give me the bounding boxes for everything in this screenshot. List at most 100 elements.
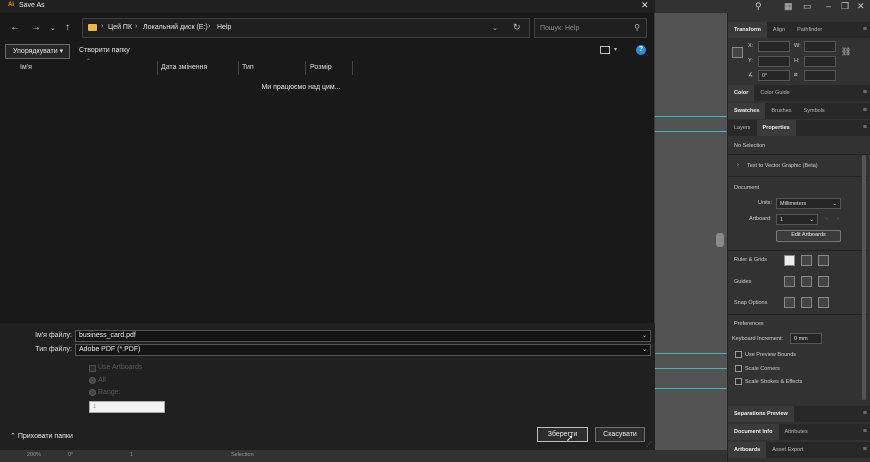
lock-guides-icon[interactable] (801, 276, 812, 287)
smart-guides-icon[interactable] (818, 276, 829, 287)
column-name[interactable]: Ім'я (17, 61, 157, 75)
panel-menu-icon[interactable]: ≡ (863, 26, 867, 33)
use-artboards-checkbox[interactable] (89, 365, 96, 372)
scale-corners-checkbox[interactable] (735, 365, 742, 372)
breadcrumb-help[interactable]: Help (217, 24, 231, 31)
panel-menu-icon[interactable]: ≡ (863, 428, 867, 435)
refresh-icon[interactable]: ↻ (513, 22, 521, 33)
filetype-select[interactable]: Adobe PDF (*.PDF) ⌄ (75, 344, 651, 356)
canvas-scrollbar[interactable] (716, 233, 724, 247)
chevron-right-icon[interactable]: › (737, 162, 739, 168)
next-artboard-icon[interactable]: › (837, 216, 839, 222)
scale-strokes-checkbox[interactable] (735, 378, 742, 385)
tab-transform[interactable]: Transform (728, 22, 767, 38)
artboard-nav-value[interactable]: 1 (130, 452, 133, 458)
tab-attributes[interactable]: Attributes (779, 424, 814, 440)
shear-field[interactable] (804, 70, 836, 81)
tab-artboards[interactable]: Artboards (728, 442, 767, 458)
panels-icon[interactable]: ▭ (803, 1, 812, 12)
column-type[interactable]: Тип (239, 61, 305, 75)
tab-document-info[interactable]: Document Info (728, 424, 779, 440)
file-list[interactable]: ⌃ Ім'я Дата змінення Тип Розмір Ми працю… (4, 59, 653, 323)
breadcrumb-this-pc[interactable]: Цей ПК (108, 24, 132, 31)
ruler-icon[interactable] (784, 255, 795, 266)
help-icon[interactable]: ? (636, 45, 646, 55)
tab-brushes[interactable]: Brushes (765, 103, 797, 119)
empty-folder-message: Ми працюємо над цим... (261, 84, 341, 91)
range-radio[interactable] (89, 389, 96, 396)
units-select[interactable]: Millimeters ⌄ (776, 198, 841, 209)
canvas-area[interactable] (655, 13, 727, 450)
use-preview-bounds-checkbox[interactable] (735, 351, 742, 358)
tab-swatches[interactable]: Swatches (728, 103, 766, 119)
reference-point-icon[interactable] (732, 47, 743, 58)
search-icon[interactable]: ⚲ (634, 23, 640, 32)
panel-menu-icon[interactable]: ≡ (863, 107, 867, 114)
view-options-icon[interactable]: ▾ (614, 46, 617, 53)
tab-symbols[interactable]: Symbols (798, 103, 831, 119)
save-button[interactable]: Зберегти (537, 427, 588, 442)
artboard-select[interactable]: 1 ⌄ (776, 214, 818, 225)
column-date-modified[interactable]: Дата змінення (158, 61, 238, 75)
minimize-icon[interactable]: – (826, 1, 831, 11)
workspace-icon[interactable]: ▦ (784, 1, 793, 12)
recent-icon[interactable]: ⌄ (50, 24, 56, 32)
range-input[interactable]: 1 (89, 401, 165, 413)
panel-scrollbar[interactable] (862, 155, 866, 400)
close-app-icon[interactable]: ✕ (857, 1, 865, 12)
snap-point-icon[interactable] (784, 297, 795, 308)
grid-icon[interactable] (801, 255, 812, 266)
all-radio[interactable] (89, 377, 96, 384)
tab-align[interactable]: Align (767, 22, 791, 38)
new-folder-button[interactable]: Створити папку (79, 47, 130, 54)
address-bar[interactable]: › Цей ПК › Локальний диск (E:) › Help ⌄ … (82, 18, 530, 38)
breadcrumb-local-disk[interactable]: Локальний диск (E:) (143, 24, 208, 31)
text-to-vector-label[interactable]: Text to Vector Graphic (Beta) (747, 163, 818, 169)
keyboard-increment-field[interactable]: 0 mm (790, 333, 822, 344)
filename-field[interactable]: business_card.pdf ⌄ (75, 330, 651, 342)
column-separator[interactable] (305, 61, 306, 75)
tab-separations-preview[interactable]: Separations Preview (728, 406, 794, 422)
tab-pathfinder[interactable]: Pathfinder (791, 22, 828, 38)
w-field[interactable] (804, 41, 836, 52)
view-icon[interactable] (600, 46, 610, 54)
panel-menu-icon[interactable]: ≡ (863, 89, 867, 96)
transparency-grid-icon[interactable] (818, 255, 829, 266)
column-separator[interactable] (352, 61, 353, 75)
back-icon[interactable]: ← (10, 22, 20, 33)
close-icon[interactable]: ✕ (641, 0, 649, 11)
show-guides-icon[interactable] (784, 276, 795, 287)
address-dropdown-icon[interactable]: ⌄ (492, 24, 498, 32)
restore-icon[interactable]: ❐ (841, 1, 849, 12)
panel-menu-icon[interactable]: ≡ (863, 124, 867, 131)
x-field[interactable] (758, 41, 790, 52)
chevron-down-icon[interactable]: ⌄ (642, 345, 647, 355)
tab-color[interactable]: Color (728, 85, 755, 101)
forward-icon[interactable]: → (31, 22, 41, 33)
hide-folders-toggle[interactable]: ⌃ Приховати папки (10, 432, 73, 440)
search-icon[interactable]: ⚲ (755, 1, 762, 12)
edit-artboards-button[interactable]: Edit Artboards (776, 230, 841, 242)
prev-artboard-icon[interactable]: ‹ (826, 216, 828, 222)
snap-grid-icon[interactable] (801, 297, 812, 308)
cancel-button[interactable]: Скасувати (595, 427, 645, 442)
up-icon[interactable]: ↑ (65, 22, 70, 33)
panel-menu-icon[interactable]: ≡ (863, 410, 867, 417)
column-size[interactable]: Розмір (307, 61, 352, 75)
tab-color-guide[interactable]: Color Guide (754, 85, 795, 101)
snap-pixel-icon[interactable] (818, 297, 829, 308)
resize-grip-icon[interactable]: ⋰ (646, 441, 652, 448)
y-field[interactable] (758, 56, 790, 67)
h-field[interactable] (804, 56, 836, 67)
tab-asset-export[interactable]: Asset Export (766, 442, 809, 458)
rotation-value[interactable]: 0° (68, 452, 73, 458)
tab-layers[interactable]: Layers (728, 120, 757, 136)
tab-properties[interactable]: Properties (756, 120, 796, 136)
constrain-icon[interactable]: ⛓ (841, 47, 851, 56)
panel-menu-icon[interactable]: ≡ (863, 446, 867, 453)
chevron-down-icon[interactable]: ⌄ (642, 331, 647, 341)
zoom-value[interactable]: 200% (27, 452, 41, 458)
organize-button[interactable]: Упорядкувати ▾ (5, 44, 70, 59)
angle-field[interactable]: 0° (758, 70, 790, 81)
search-input[interactable]: Пошук: Help ⚲ (534, 18, 647, 38)
